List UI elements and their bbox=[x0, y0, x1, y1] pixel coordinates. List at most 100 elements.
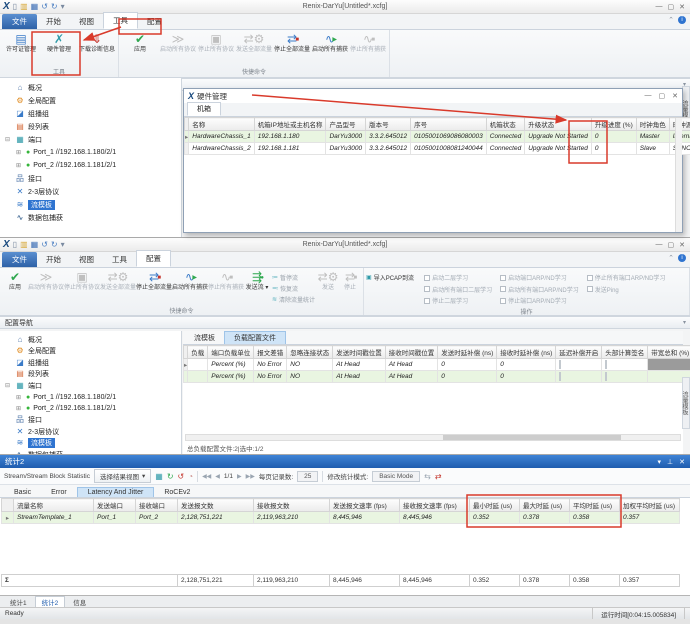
compare-icon[interactable]: ⇄ bbox=[435, 472, 442, 481]
license-manager-button[interactable]: ▤ 许可证管理 bbox=[2, 32, 40, 54]
expand-icon[interactable]: ⊞ bbox=[16, 394, 23, 401]
tab-latency-jitter[interactable]: Latency And Jitter bbox=[77, 487, 155, 497]
open-file-icon[interactable]: ▥ bbox=[20, 241, 28, 249]
start-all-capture-button[interactable]: ∿▶ 启动所有捕获 bbox=[311, 32, 349, 54]
stats-mode-select[interactable]: Basic Mode bbox=[372, 471, 420, 482]
tab-chassis[interactable]: 机箱 bbox=[187, 102, 221, 116]
last-page-icon[interactable]: ▶▶ bbox=[246, 473, 255, 480]
minimize-button[interactable]: — bbox=[645, 92, 652, 100]
dock-tab-stats2[interactable]: 统计2 bbox=[35, 596, 66, 608]
table-row[interactable]: HardwareChassis_2192.168.1.181DarYu3000 … bbox=[185, 143, 690, 155]
start-all-ports-l2-learning-checkbox[interactable]: 启动所有端口二层学习 bbox=[424, 285, 492, 294]
apply-button[interactable]: ✔ 应用 bbox=[121, 32, 159, 54]
delay-comp-cell[interactable] bbox=[556, 359, 602, 371]
save-icon[interactable]: ▦ bbox=[31, 3, 39, 11]
tab-file[interactable]: 文件 bbox=[2, 14, 37, 29]
tree-item-interface[interactable]: 品接口 bbox=[0, 415, 181, 427]
next-page-icon[interactable]: ▶ bbox=[237, 473, 242, 480]
tree-item-protocols[interactable]: ✕2-3层协议 bbox=[0, 185, 181, 198]
stop-all-arp-nd-learning-checkbox[interactable]: 停止所有端口ARP/ND学习 bbox=[587, 273, 666, 282]
tree-item-packet-capture[interactable]: ∿数据包捕获 bbox=[0, 449, 181, 454]
collapse-icon[interactable]: ⊟ bbox=[5, 136, 12, 143]
expand-icon[interactable]: ⊞ bbox=[16, 149, 23, 156]
delay-comp-cell[interactable] bbox=[556, 371, 602, 383]
tree-item-protocols[interactable]: ✕2-3层协议 bbox=[0, 426, 181, 438]
dock-tab-info[interactable]: 信息 bbox=[67, 597, 92, 607]
start-all-protocols-button[interactable]: ≫ 启动所有协议 bbox=[159, 32, 197, 54]
dock-tab-right[interactable]: 流量模板 bbox=[682, 377, 690, 429]
vertical-scrollbar[interactable] bbox=[675, 118, 682, 232]
tree-item-segment-list[interactable]: ▤段列表 bbox=[0, 120, 181, 133]
start-all-capture-button[interactable]: ∿▶ 启动所有捕获 bbox=[172, 270, 208, 292]
tree-item-overview[interactable]: ⌂概况 bbox=[0, 334, 181, 346]
pause-stream-button[interactable]: ≔暂停流 bbox=[272, 273, 315, 282]
tree-item-stream-template[interactable]: ≋流模板 bbox=[0, 438, 181, 450]
collapse-icon[interactable]: ⊟ bbox=[5, 382, 12, 389]
tab-start[interactable]: 开始 bbox=[37, 252, 70, 267]
send-all-traffic-button[interactable]: ⇄⚙ 发送全部流量 bbox=[235, 32, 273, 54]
table-row[interactable]: ▸ HardwareChassis_1192.168.1.180DarYu300… bbox=[185, 131, 690, 143]
new-file-icon[interactable]: ▯ bbox=[13, 241, 17, 249]
dock-tab-stats1[interactable]: 统计1 bbox=[4, 597, 33, 607]
table-view-icon[interactable]: ▦ bbox=[155, 472, 163, 481]
tab-error[interactable]: Error bbox=[41, 488, 77, 497]
table-row[interactable]: Percent (%)No Error NOAt HeadAt Head 00 bbox=[184, 371, 690, 383]
first-page-icon[interactable]: ◀◀ bbox=[202, 473, 211, 480]
tab-config[interactable]: 配置 bbox=[138, 14, 171, 29]
open-file-icon[interactable]: ▥ bbox=[20, 3, 28, 11]
stop-all-capture-button[interactable]: ∿■ 停止所有捕获 bbox=[349, 32, 387, 54]
tab-start[interactable]: 开始 bbox=[37, 14, 70, 29]
help-icon[interactable]: i bbox=[678, 16, 686, 24]
horizontal-scrollbar[interactable] bbox=[185, 434, 681, 441]
stop-all-traffic-button[interactable]: ⇄■ 停止全部流量 bbox=[273, 32, 311, 54]
panel-dropdown-icon[interactable]: ▾ bbox=[658, 458, 662, 466]
start-all-protocols-button[interactable]: ≫ 启动所有协议 bbox=[28, 270, 64, 292]
tree-item-multicast[interactable]: ◪组播组 bbox=[0, 107, 181, 120]
panel-caret-icon[interactable]: ▾ bbox=[683, 319, 686, 326]
page-size-value[interactable]: 25 bbox=[297, 471, 318, 482]
tree-item-multicast[interactable]: ◪组播组 bbox=[0, 357, 181, 369]
select-result-view-button[interactable]: 选择结果视图▾ bbox=[94, 469, 151, 483]
apply-button[interactable]: ✔ 应用 bbox=[2, 270, 28, 292]
header-signature-cell[interactable] bbox=[602, 371, 648, 383]
maximize-button[interactable]: ▢ bbox=[668, 3, 675, 11]
send-ping-checkbox[interactable]: 发送Ping bbox=[587, 285, 666, 294]
start-all-arp-nd-learning-checkbox[interactable]: 启动所有端口ARP/ND学习 bbox=[500, 285, 579, 294]
ribbon-collapse-icon[interactable]: ⌃ bbox=[668, 16, 674, 24]
tab-tools[interactable]: 工具 bbox=[103, 252, 136, 267]
tree-item-global-config[interactable]: ⚙全局配置 bbox=[0, 94, 181, 107]
tab-view[interactable]: 视图 bbox=[70, 14, 103, 29]
start-arp-nd-learning-checkbox[interactable]: 启动端口ARP/ND学习 bbox=[500, 273, 579, 282]
tab-basic[interactable]: Basic bbox=[4, 488, 41, 497]
send-all-traffic-button[interactable]: ⇄⚙ 发送全部流量 bbox=[100, 270, 136, 292]
stop-all-protocols-button[interactable]: ▣ 停止所有协议 bbox=[64, 270, 100, 292]
close-button[interactable]: ✕ bbox=[679, 241, 685, 249]
minimize-button[interactable]: — bbox=[656, 241, 663, 249]
tree-item-port1[interactable]: ⊞●Port_1 //192.168.1.180/2/1 bbox=[0, 392, 181, 404]
tree-item-port2[interactable]: ⊞●Port_2 //192.168.1.181/2/1 bbox=[0, 159, 181, 172]
stop-button[interactable]: ⇄■ 停止 bbox=[339, 270, 361, 292]
tree-item-segment-list[interactable]: ▤段列表 bbox=[0, 369, 181, 381]
start-l2-learning-checkbox[interactable]: 启动二层学习 bbox=[424, 273, 492, 282]
tab-tools[interactable]: 工具 bbox=[103, 12, 138, 29]
tree-item-ports[interactable]: ⊟▦端口 bbox=[0, 133, 181, 146]
undo-icon[interactable]: ↺ bbox=[41, 241, 48, 249]
tree-item-overview[interactable]: ⌂概况 bbox=[0, 81, 181, 94]
qat-dropdown-icon[interactable]: ▾ bbox=[61, 241, 65, 249]
redo-icon[interactable]: ↻ bbox=[51, 3, 58, 11]
swap-icon[interactable]: ⇆ bbox=[424, 472, 431, 481]
close-button[interactable]: ✕ bbox=[672, 92, 678, 100]
close-button[interactable]: ✕ bbox=[679, 3, 685, 11]
pin-icon[interactable]: ⊥ bbox=[667, 458, 673, 466]
tree-item-interface[interactable]: 品接口 bbox=[0, 172, 181, 185]
clear-stream-stats-button[interactable]: ≋清除流量统计 bbox=[272, 295, 315, 304]
tree-item-packet-capture[interactable]: ∿数据包捕获 bbox=[0, 211, 181, 224]
tree-item-port1[interactable]: ⊞●Port_1 //192.168.1.180/2/1 bbox=[0, 146, 181, 159]
stop-l2-learning-checkbox[interactable]: 停止二层学习 bbox=[424, 296, 492, 305]
close-icon[interactable]: ✕ bbox=[679, 458, 685, 466]
table-row[interactable]: ▸ StreamTemplate_1Port_1Port_2 2,128,751… bbox=[2, 512, 680, 524]
tab-view[interactable]: 视图 bbox=[70, 252, 103, 267]
tree-item-port2[interactable]: ⊞●Port_2 //192.168.1.181/2/1 bbox=[0, 403, 181, 415]
clear-stats-icon[interactable]: ↺ bbox=[178, 472, 185, 481]
clear-all-stats-icon[interactable]: ◔ bbox=[188, 472, 193, 481]
